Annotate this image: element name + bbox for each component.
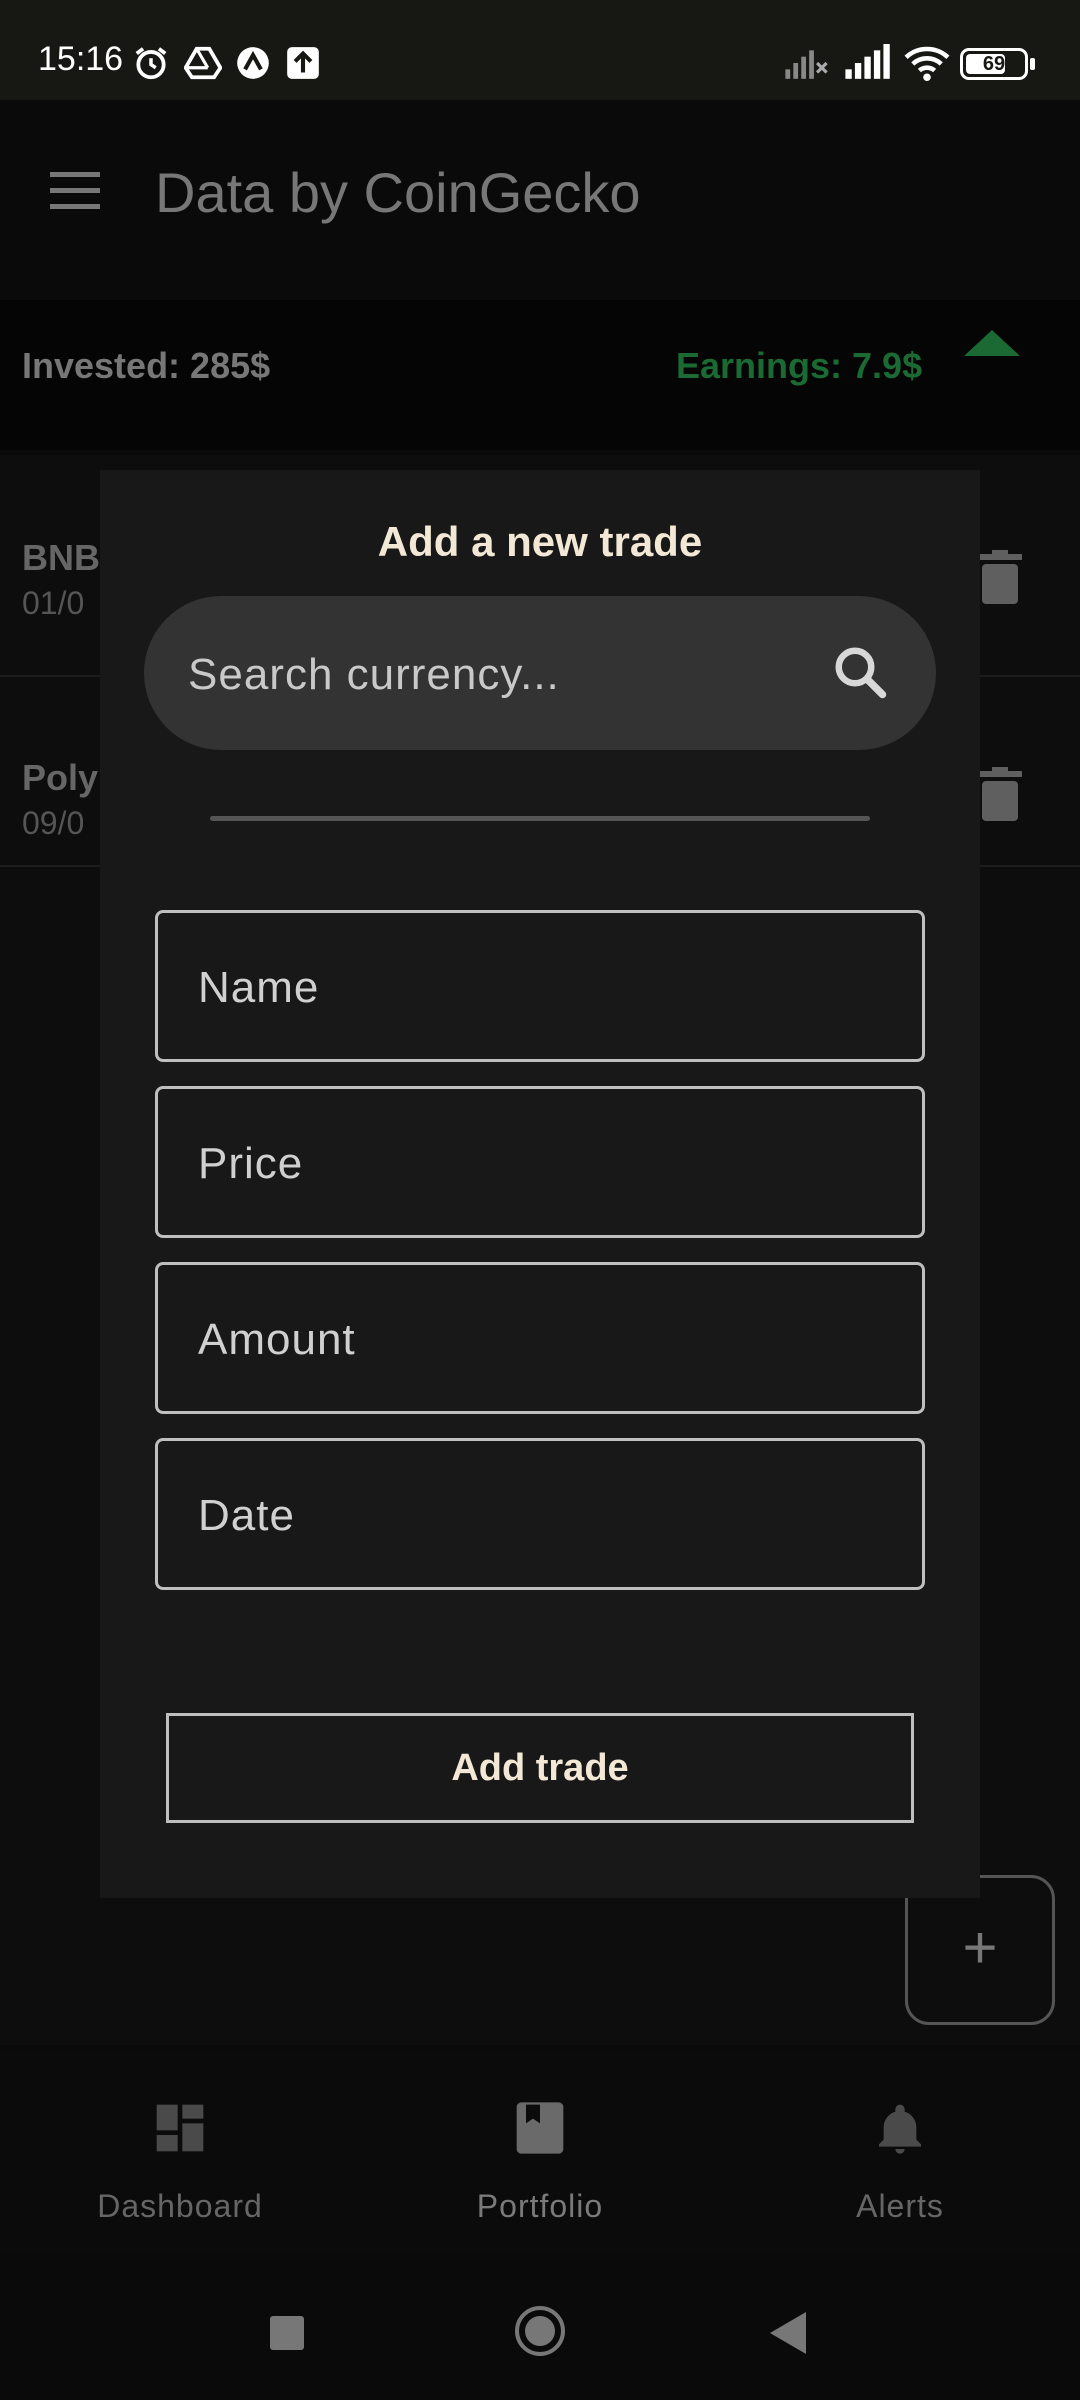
alarm-icon <box>135 47 167 80</box>
upload-icon <box>287 47 319 79</box>
recents-button[interactable] <box>270 2316 304 2350</box>
dashboard-icon <box>156 2104 204 2152</box>
battery-icon: 69 <box>960 48 1028 80</box>
battery-tip <box>1030 58 1035 70</box>
name-input[interactable] <box>198 953 878 1023</box>
drive-icon <box>184 46 222 80</box>
search-results-divider <box>210 816 870 821</box>
delete-icon[interactable] <box>978 767 1022 821</box>
dialog-title: Add a new trade <box>377 518 703 565</box>
status-time: 15:16 <box>38 40 124 78</box>
amount-input[interactable] <box>198 1305 878 1375</box>
date-field[interactable] <box>155 1438 925 1590</box>
nav-label: Dashboard <box>97 2188 263 2224</box>
trade-date: 09/0 <box>22 805 85 841</box>
trade-name: BNB <box>22 537 100 578</box>
menu-icon[interactable] <box>50 172 104 212</box>
bell-icon <box>879 2104 921 2154</box>
earnings-total: Earnings: 7.9$ <box>676 345 923 386</box>
signal-sim1-icon <box>785 50 828 79</box>
nav-alerts[interactable]: Alerts <box>720 2050 1080 2250</box>
battery-percent: 69 <box>982 53 1006 75</box>
nav-label: Portfolio <box>476 2188 604 2224</box>
app-notification-icon <box>237 47 269 79</box>
bookmark-book-icon <box>516 2102 564 2154</box>
date-input[interactable] <box>198 1481 878 1551</box>
home-button-dot <box>525 2316 555 2346</box>
invested-total: Invested: 285$ <box>22 345 271 386</box>
delete-icon[interactable] <box>978 550 1022 604</box>
nav-dashboard[interactable]: Dashboard <box>0 2050 360 2250</box>
amount-field[interactable] <box>155 1262 925 1414</box>
signal-sim2-icon <box>845 44 890 79</box>
app-title: Data by CoinGecko <box>155 161 641 224</box>
back-button[interactable] <box>770 2312 806 2354</box>
price-field[interactable] <box>155 1086 925 1238</box>
search-icon[interactable] <box>830 642 890 702</box>
search-currency-input[interactable] <box>188 640 788 710</box>
trend-up-icon <box>964 330 1020 356</box>
nav-portfolio[interactable]: Portfolio <box>360 2050 720 2250</box>
wifi-icon <box>904 46 950 82</box>
add-trade-button[interactable]: Add trade <box>166 1713 914 1823</box>
trade-date: 01/0 <box>22 585 85 621</box>
nav-label: Alerts <box>856 2188 944 2224</box>
trade-name: Poly <box>22 757 99 798</box>
name-field[interactable] <box>155 910 925 1062</box>
price-input[interactable] <box>198 1129 878 1199</box>
